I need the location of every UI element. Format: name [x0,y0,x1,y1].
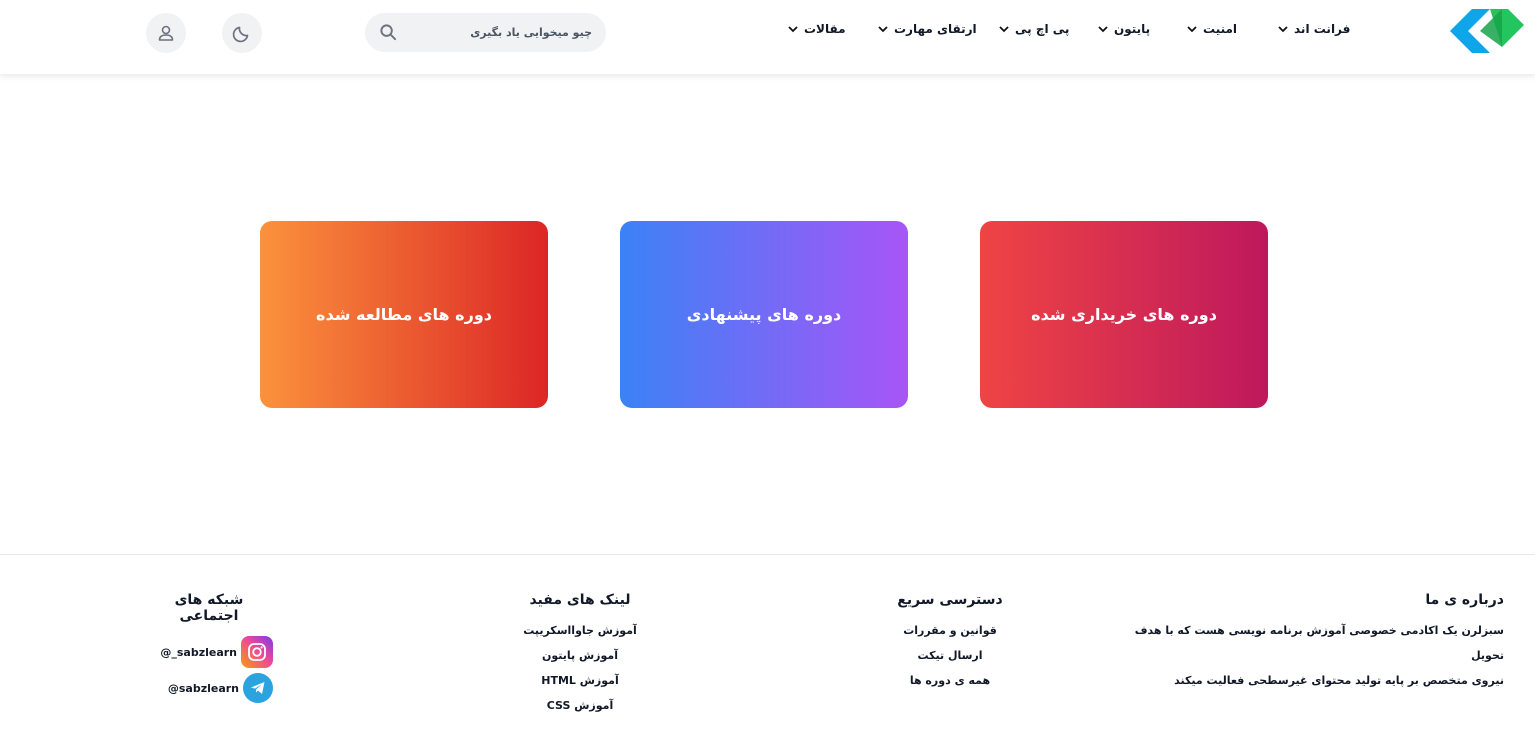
nav-frontend-label: فرانت اند [1294,22,1351,36]
nav-python[interactable]: پایتون [1097,18,1150,40]
chevron-down-icon [1098,26,1108,33]
chevron-down-icon [1187,26,1197,33]
footer-divider [0,554,1535,555]
chevron-down-icon [878,26,888,33]
footer-link-ticket[interactable]: ارسال تیکت [890,643,1010,668]
footer-link-html[interactable]: آموزش HTML [515,668,645,693]
instagram-link[interactable]: sabzlearn_@ [145,634,273,670]
studied-courses-label: دوره های مطالعه شده [316,305,492,324]
nav-php[interactable]: پی اچ پی [998,18,1069,40]
dark-mode-toggle[interactable] [222,13,262,53]
purchased-courses-label: دوره های خریداری شده [1031,305,1217,324]
footer-link-python[interactable]: آموزش پایتون [515,643,645,668]
search-input[interactable] [412,13,592,52]
nav-articles[interactable]: مقالات [787,18,846,40]
studied-courses-card[interactable]: دوره های مطالعه شده [260,221,548,408]
footer-social-title: شبکه های اجتماعی [174,592,244,624]
telegram-handle: sabzlearn@ [167,681,239,695]
nav-python-label: پایتون [1114,22,1151,36]
purchased-courses-card[interactable]: دوره های خریداری شده [980,221,1268,408]
nav-articles-label: مقالات [804,22,846,36]
chevron-down-icon [788,26,798,33]
footer-about-text-2: نیروی متخصص بر پایه تولید محتوای غیرسطحی… [1174,674,1504,687]
moon-icon [232,26,249,43]
footer-link-rules[interactable]: قوانین و مقررات [890,618,1010,643]
nav-php-label: پی اچ پی [1015,22,1070,36]
footer-social: شبکه های اجتماعی sabzlearn_@ sabzlearn@ [145,592,273,706]
nav-skills-label: ارتقای مهارت [894,22,977,36]
footer-about-title: درباره ی ما [1425,592,1504,608]
chevron-down-icon [999,26,1009,33]
nav-security-label: امنیت [1203,22,1238,36]
footer-about-text-1: سبزلرن یک اکادمی خصوصی آموزش برنامه نویس… [1134,624,1504,662]
footer-link-css[interactable]: آموزش CSS [515,693,645,718]
footer-quick-access: دسترسی سریع قوانین و مقررات ارسال تیکت ه… [890,592,1010,693]
footer-useful-title: لینک های مفید [529,592,631,608]
search-icon[interactable] [379,23,398,42]
footer-about: درباره ی ما سبزلرن یک اکادمی خصوصی آموزش… [1104,592,1504,693]
nav-security[interactable]: امنیت [1186,18,1237,40]
search-box [365,13,606,52]
user-icon [158,25,174,41]
chevron-down-icon [1278,26,1288,33]
logo-icon[interactable] [1450,5,1524,53]
nav-frontend[interactable]: فرانت اند [1277,18,1350,40]
telegram-link[interactable]: sabzlearn@ [145,670,273,706]
footer-link-javascript[interactable]: آموزش جاوااسکریپت [515,618,645,643]
footer-quick-title: دسترسی سریع [897,592,1003,608]
telegram-icon [243,673,273,703]
footer-useful-links: لینک های مفید آموزش جاوااسکریپت آموزش پا… [515,592,645,718]
footer-link-all-courses[interactable]: همه ی دوره ها [890,668,1010,693]
header: فرانت اند امنیت پایتون پی اچ پی ارتقای م… [0,0,1535,74]
instagram-handle: sabzlearn_@ [160,645,237,659]
user-account-button[interactable] [146,13,186,53]
nav-skills[interactable]: ارتقای مهارت [877,18,977,40]
suggested-courses-card[interactable]: دوره های پیشنهادی [620,221,908,408]
suggested-courses-label: دوره های پیشنهادی [686,305,842,324]
instagram-icon [241,636,273,668]
